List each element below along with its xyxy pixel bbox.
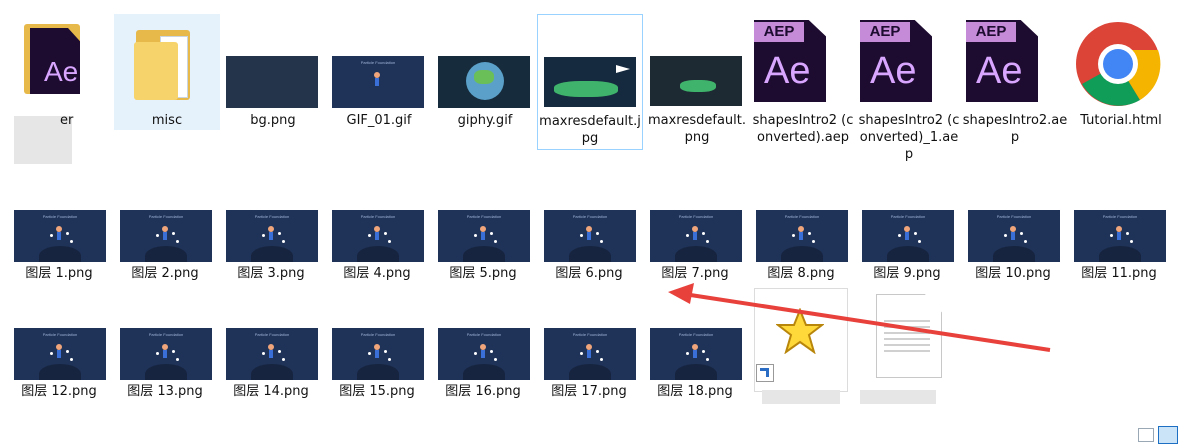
large-icons-view-icon[interactable] (1158, 426, 1178, 444)
annotation-arrow (668, 283, 1051, 352)
details-view-icon[interactable] (1138, 428, 1154, 442)
